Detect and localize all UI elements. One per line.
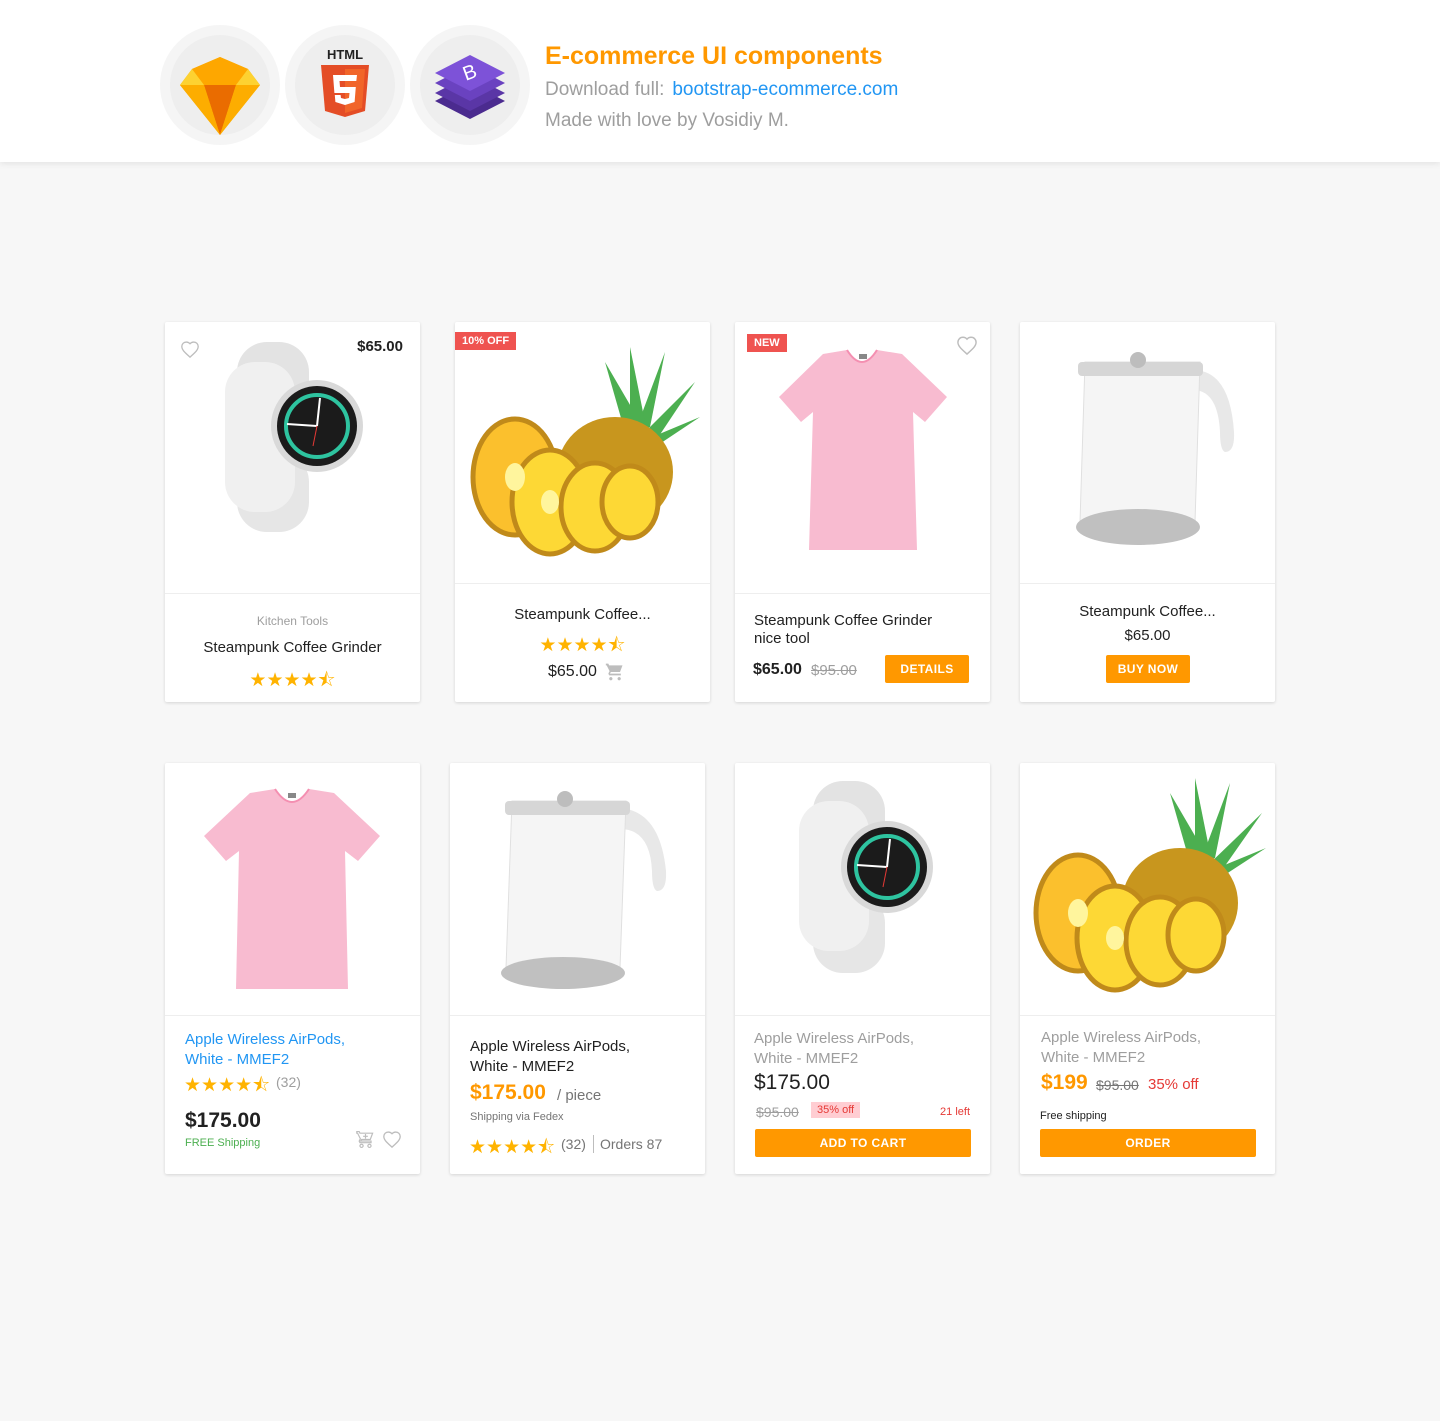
- product-category: Kitchen Tools: [256, 614, 329, 628]
- product-price: $65.00: [1124, 627, 1171, 644]
- review-count: (32): [561, 1136, 586, 1152]
- old-price: $95.00: [811, 662, 857, 679]
- product-image[interactable]: [165, 763, 420, 1016]
- price-unit: / piece: [557, 1087, 602, 1104]
- product-title[interactable]: Apple Wireless AirPods,: [1041, 1029, 1201, 1046]
- product-price: $65.00: [357, 338, 403, 355]
- product-card[interactable]: Apple Wireless AirPods, White - MMEF2 $1…: [735, 763, 990, 1174]
- product-price: $65.00: [548, 663, 597, 680]
- old-price: $95.00: [1096, 1077, 1139, 1093]
- orders-count: Orders 87: [600, 1136, 663, 1152]
- product-card[interactable]: Apple Wireless AirPods, White - MMEF2 $1…: [450, 763, 705, 1174]
- watch-image: [799, 781, 933, 973]
- shipping-text: FREE Shipping: [185, 1137, 261, 1149]
- product-title[interactable]: Apple Wireless AirPods,: [754, 1030, 914, 1047]
- tshirt-image: [204, 788, 380, 989]
- product-image[interactable]: [450, 763, 705, 1016]
- sketch-icon: [180, 57, 260, 135]
- header: HTML B E-commerce UI components Download…: [0, 0, 1440, 162]
- add-cart-icon[interactable]: [356, 1130, 375, 1149]
- discount-badge: 35% off: [811, 1102, 861, 1118]
- product-price: $199: [1041, 1071, 1088, 1094]
- product-title[interactable]: Steampunk Coffee...: [455, 606, 710, 623]
- product-card[interactable]: 10% OFF Steampunk Coffee... ★★★★⯪ $65.00: [455, 322, 710, 702]
- product-title[interactable]: Steampunk Coffee Grinder: [165, 639, 420, 656]
- discount-text: 35% off: [1148, 1076, 1199, 1093]
- product-subtitle: White - MMEF2: [1041, 1049, 1146, 1066]
- html5-label: HTML: [327, 47, 363, 62]
- add-to-cart-button[interactable]: ADD TO CART: [755, 1129, 971, 1157]
- heart-icon[interactable]: [382, 1130, 402, 1148]
- sketch-logo: [160, 25, 280, 145]
- product-image[interactable]: [165, 322, 420, 594]
- buy-now-button[interactable]: BUY NOW: [1106, 655, 1190, 683]
- rating-stars: ★★★★⯪: [469, 1137, 556, 1158]
- product-subtitle: White - MMEF2: [470, 1058, 575, 1075]
- product-image[interactable]: [1020, 322, 1275, 584]
- bootstrap-logo: B: [410, 25, 530, 145]
- divider: [593, 1135, 594, 1153]
- shipping-text: Shipping via Fedex: [470, 1111, 564, 1123]
- product-price: $175.00: [185, 1109, 261, 1132]
- made-by-text: Made with love by Vosidiy M.: [545, 110, 789, 131]
- page-title: E-commerce UI components: [545, 42, 883, 70]
- shipping-text: Free shipping: [1040, 1110, 1107, 1122]
- product-title[interactable]: Apple Wireless AirPods,: [470, 1038, 630, 1055]
- rating-stars: ★★★★⯪: [249, 670, 336, 691]
- new-badge: NEW: [747, 334, 787, 352]
- order-button[interactable]: ORDER: [1040, 1129, 1256, 1157]
- pineapple-image: [1033, 778, 1266, 993]
- download-label: Download full:: [545, 79, 665, 100]
- kettle-image: [501, 791, 667, 989]
- product-image[interactable]: [1020, 763, 1275, 1016]
- html5-icon: HTML: [321, 47, 369, 117]
- details-button[interactable]: DETAILS: [885, 655, 969, 683]
- product-card[interactable]: Steampunk Coffee... $65.00 BUY NOW: [1020, 322, 1275, 702]
- product-title[interactable]: Apple Wireless AirPods,: [185, 1031, 345, 1048]
- product-card[interactable]: Apple Wireless AirPods, White - MMEF2 $1…: [1020, 763, 1275, 1174]
- pineapple-image: [470, 347, 700, 557]
- product-subtitle: White - MMEF2: [754, 1050, 859, 1067]
- product-price: $175.00: [754, 1071, 830, 1094]
- download-link[interactable]: bootstrap-ecommerce.com: [672, 79, 898, 100]
- tshirt-image: [779, 349, 947, 550]
- rating-stars: ★★★★⯪: [539, 635, 626, 656]
- product-card[interactable]: Apple Wireless AirPods, White - MMEF2 ★★…: [165, 763, 420, 1174]
- product-title[interactable]: Steampunk Coffee Grinder: [754, 612, 932, 629]
- product-image[interactable]: [735, 322, 990, 594]
- product-card[interactable]: $65.00 Kitchen Tools Steampunk Coffee Gr…: [165, 322, 420, 702]
- review-count: (32): [276, 1074, 301, 1090]
- product-image[interactable]: [455, 322, 710, 584]
- watch-image: [225, 342, 363, 532]
- product-image[interactable]: [735, 763, 990, 1016]
- stock-text: 21 left: [940, 1106, 970, 1118]
- html5-logo: HTML: [285, 25, 405, 145]
- product-subtitle[interactable]: White - MMEF2: [185, 1051, 289, 1068]
- product-price: $175.00: [470, 1081, 546, 1104]
- rating-stars: ★★★★⯪: [184, 1075, 271, 1096]
- product-subtitle: nice tool: [754, 630, 810, 647]
- cart-icon[interactable]: [605, 662, 625, 682]
- product-price: $65.00: [753, 661, 802, 678]
- kettle-image: [1076, 352, 1235, 545]
- discount-badge: 10% OFF: [455, 332, 517, 350]
- heart-icon[interactable]: [956, 335, 978, 355]
- product-card[interactable]: NEW Steampunk Coffee Grinder nice tool $…: [735, 322, 990, 702]
- bootstrap-icon: B: [435, 55, 505, 119]
- heart-icon[interactable]: [180, 340, 200, 358]
- download-line: Download full: bootstrap-ecommerce.com: [545, 79, 898, 101]
- old-price: $95.00: [756, 1104, 799, 1120]
- product-title[interactable]: Steampunk Coffee...: [1020, 603, 1275, 620]
